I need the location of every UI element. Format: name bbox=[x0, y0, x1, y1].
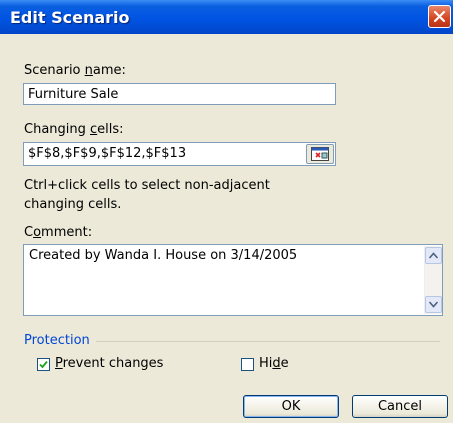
edit-scenario-dialog: Edit Scenario Scenario name: Furniture S… bbox=[0, 0, 453, 423]
label-text: revent changes bbox=[62, 356, 164, 371]
protection-group-title: Protection bbox=[24, 333, 90, 348]
ok-button[interactable]: OK bbox=[243, 395, 339, 418]
label-text: ells: bbox=[97, 122, 124, 137]
scroll-down-button[interactable] bbox=[425, 296, 442, 313]
prevent-changes-checkbox[interactable] bbox=[37, 358, 50, 371]
hide-label[interactable]: Hide bbox=[259, 356, 289, 371]
scroll-up-button[interactable] bbox=[425, 247, 442, 264]
accelerator-key: o bbox=[33, 225, 42, 240]
close-button[interactable] bbox=[428, 5, 451, 28]
changing-cells-input[interactable]: $F$8,$F$9,$F$12,$F$13 bbox=[23, 142, 336, 166]
scenario-name-input[interactable]: Furniture Sale bbox=[23, 83, 336, 105]
label-text: Scenario bbox=[24, 63, 85, 78]
label-text: e bbox=[280, 356, 289, 371]
accelerator-key: P bbox=[55, 356, 63, 371]
changing-cells-label: Changing cells: bbox=[24, 122, 124, 137]
prevent-changes-label[interactable]: Prevent changes bbox=[55, 356, 163, 371]
comment-textarea[interactable]: Created by Wanda I. House on 3/14/2005 bbox=[23, 244, 443, 316]
hint-line-2: changing cells. bbox=[24, 197, 122, 212]
dialog-title: Edit Scenario bbox=[10, 8, 130, 27]
title-bar[interactable]: Edit Scenario bbox=[0, 0, 453, 34]
accelerator-key: n bbox=[84, 63, 93, 78]
comment-scrollbar[interactable] bbox=[424, 246, 442, 314]
accelerator-key: d bbox=[272, 356, 281, 371]
scenario-name-label: Scenario name: bbox=[24, 63, 126, 78]
label-text: mment: bbox=[41, 225, 93, 240]
comment-label: Comment: bbox=[24, 225, 92, 240]
hint-line-1: Ctrl+click cells to select non-adjacent bbox=[24, 178, 270, 193]
label-text: Hi bbox=[259, 356, 273, 371]
collapse-dialog-button[interactable] bbox=[306, 144, 334, 164]
label-text: ame: bbox=[92, 63, 126, 78]
hide-checkbox[interactable] bbox=[241, 358, 254, 371]
group-divider bbox=[96, 341, 440, 342]
label-text: C bbox=[24, 225, 34, 240]
comment-text: Created by Wanda I. House on 3/14/2005 bbox=[29, 248, 298, 263]
cancel-button[interactable]: Cancel bbox=[352, 395, 448, 418]
label-text: Changing bbox=[24, 122, 91, 137]
